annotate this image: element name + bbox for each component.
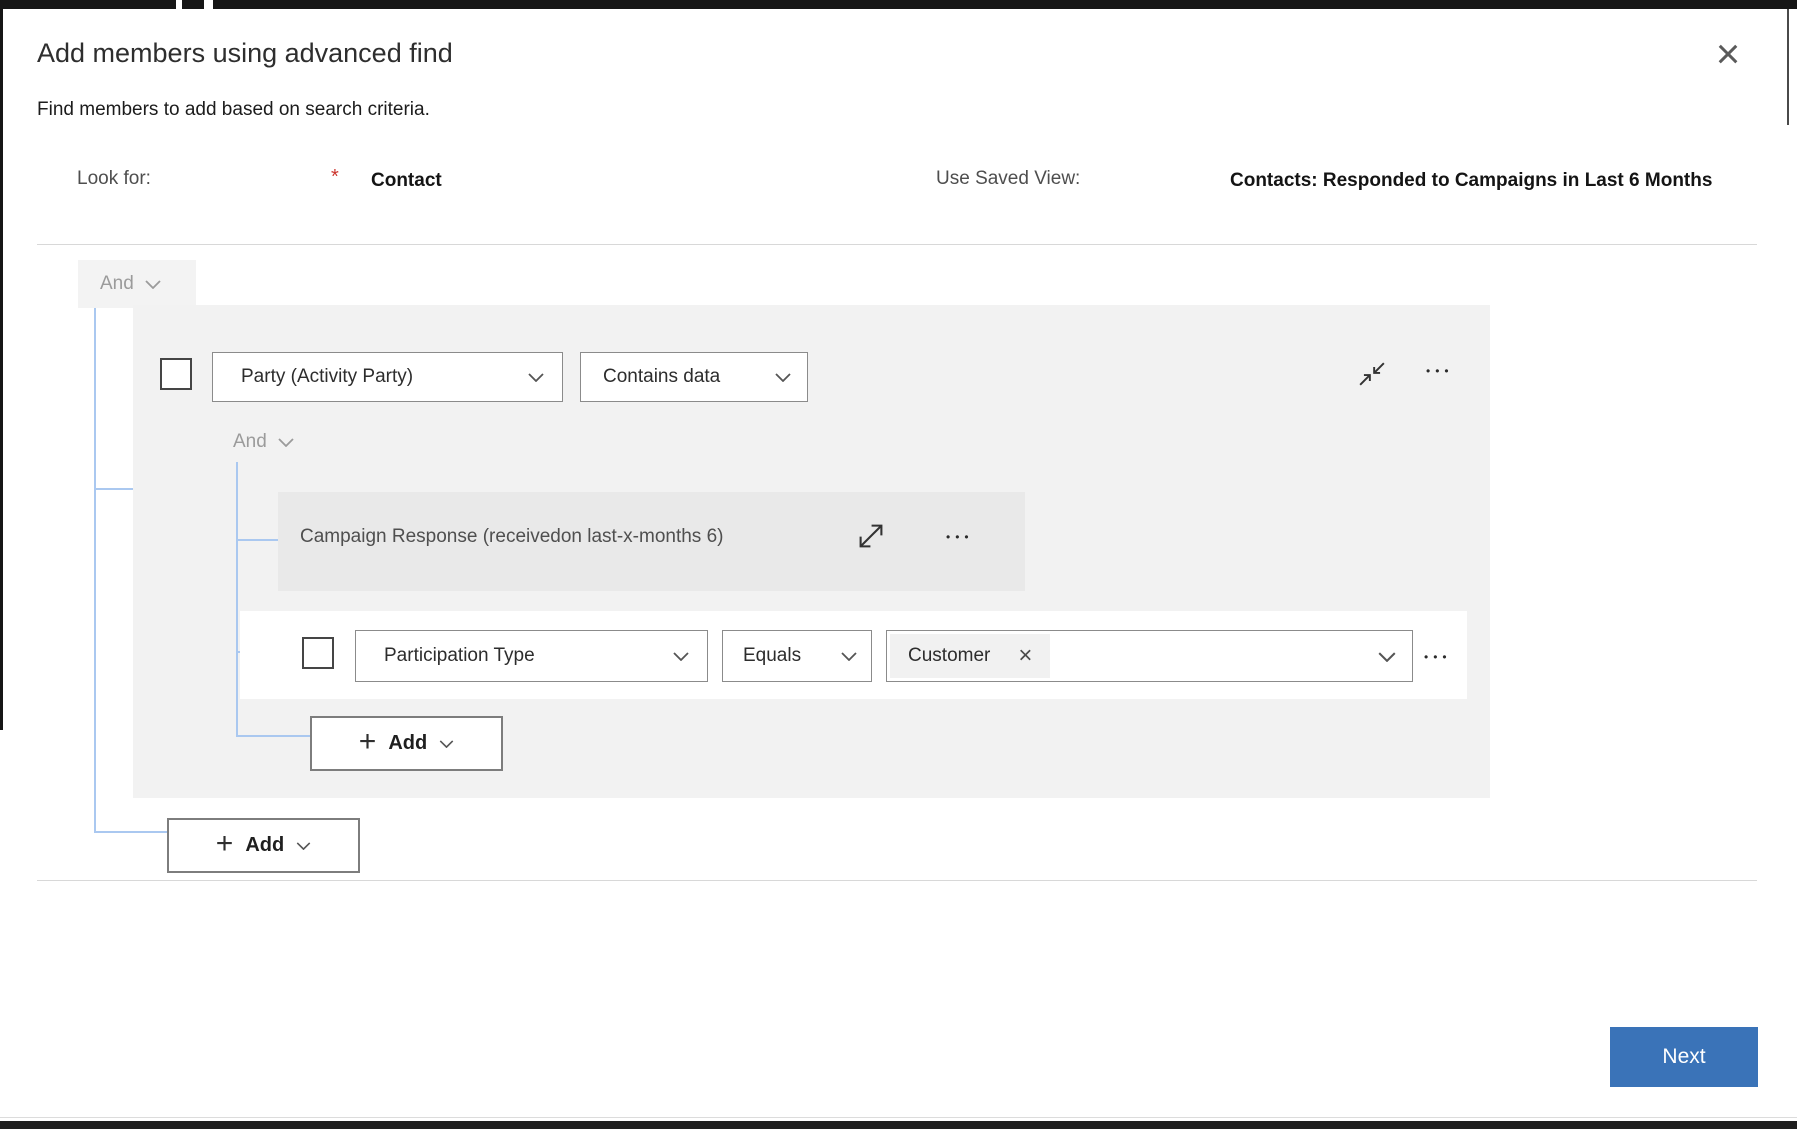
entity-field-dropdown[interactable]: Party (Activity Party) bbox=[212, 352, 563, 402]
window-chrome-left-edge bbox=[0, 0, 3, 730]
chevron-down-icon bbox=[1378, 652, 1396, 662]
more-options-button[interactable]: ••• bbox=[1424, 650, 1452, 664]
window-chrome-top-bar bbox=[0, 0, 1797, 9]
condition-row-checkbox[interactable] bbox=[302, 637, 334, 669]
add-members-dialog: Add members using advanced find × Find m… bbox=[0, 0, 1797, 1129]
root-operator-dropdown[interactable]: And bbox=[78, 260, 196, 308]
chevron-down-icon bbox=[841, 652, 857, 661]
tree-connector bbox=[96, 488, 133, 490]
chevron-down-icon bbox=[439, 740, 454, 748]
next-button-label: Next bbox=[1662, 1045, 1705, 1069]
condition-operator-label: Equals bbox=[743, 645, 801, 667]
chevron-down-icon bbox=[673, 652, 689, 661]
required-asterisk: * bbox=[331, 166, 339, 189]
close-button[interactable]: × bbox=[1702, 30, 1754, 78]
condition-operator-dropdown[interactable]: Equals bbox=[722, 630, 872, 682]
value-tag: Customer × bbox=[890, 634, 1050, 678]
window-chrome-bottom-bar bbox=[0, 1121, 1797, 1129]
entity-row-checkbox[interactable] bbox=[160, 358, 192, 390]
tree-connector bbox=[96, 831, 167, 833]
chevron-down-icon bbox=[296, 842, 311, 850]
page-subtitle: Find members to add based on search crit… bbox=[37, 99, 430, 121]
more-options-icon: ••• bbox=[1424, 650, 1452, 664]
more-options-button[interactable]: ••• bbox=[1426, 364, 1454, 378]
entity-operator-label: Contains data bbox=[603, 366, 720, 388]
saved-view-value-dropdown[interactable]: Contacts: Responded to Campaigns in Last… bbox=[1230, 170, 1757, 192]
use-saved-view-label: Use Saved View: bbox=[936, 168, 1080, 190]
window-chrome-notch bbox=[204, 0, 213, 9]
chevron-down-icon bbox=[145, 280, 161, 289]
tree-connector bbox=[236, 462, 238, 737]
remove-tag-icon[interactable]: × bbox=[1018, 644, 1032, 668]
next-button[interactable]: Next bbox=[1610, 1027, 1758, 1087]
entity-field-label: Party (Activity Party) bbox=[241, 366, 413, 388]
related-entity-row[interactable]: Campaign Response (receivedon last-x-mon… bbox=[278, 492, 1025, 591]
close-icon: × bbox=[1716, 33, 1741, 75]
group-operator-dropdown[interactable]: And bbox=[233, 426, 294, 458]
expand-row-button[interactable] bbox=[856, 520, 888, 552]
window-chrome-divider bbox=[0, 1117, 1797, 1118]
header-divider bbox=[37, 244, 1757, 245]
tree-connector bbox=[238, 735, 310, 737]
chevron-down-icon bbox=[775, 373, 791, 382]
window-chrome-right-edge bbox=[1787, 9, 1789, 125]
tree-connector bbox=[238, 539, 278, 541]
tree-connector bbox=[94, 308, 96, 833]
page-title: Add members using advanced find bbox=[37, 38, 453, 69]
plus-icon: + bbox=[216, 829, 234, 859]
collapse-group-button[interactable] bbox=[1352, 356, 1392, 392]
more-options-button[interactable]: ••• bbox=[946, 530, 974, 544]
window-chrome-notch bbox=[176, 0, 182, 9]
more-options-icon: ••• bbox=[1426, 364, 1454, 378]
entity-operator-dropdown[interactable]: Contains data bbox=[580, 352, 808, 402]
look-for-label: Look for: bbox=[77, 168, 151, 190]
footer-divider bbox=[37, 880, 1757, 881]
group-operator-label: And bbox=[233, 431, 267, 453]
look-for-value-dropdown[interactable]: Contact bbox=[371, 170, 442, 192]
collapse-icon bbox=[1357, 360, 1387, 388]
value-tag-label: Customer bbox=[908, 645, 990, 667]
condition-field-dropdown[interactable]: Participation Type bbox=[355, 630, 708, 682]
group-add-button[interactable]: + Add bbox=[310, 716, 503, 771]
root-operator-label: And bbox=[100, 273, 134, 295]
root-add-button[interactable]: + Add bbox=[167, 818, 360, 873]
add-button-label: Add bbox=[388, 732, 427, 755]
related-entity-label: Campaign Response (receivedon last-x-mon… bbox=[300, 526, 723, 548]
condition-value-dropdown[interactable]: Customer × bbox=[886, 630, 1413, 682]
condition-field-label: Participation Type bbox=[384, 645, 535, 667]
chevron-down-icon bbox=[278, 438, 294, 447]
expand-icon bbox=[856, 521, 886, 551]
chevron-down-icon bbox=[528, 373, 544, 382]
plus-icon: + bbox=[359, 727, 377, 757]
more-options-icon: ••• bbox=[946, 530, 974, 544]
add-button-label: Add bbox=[245, 834, 284, 857]
